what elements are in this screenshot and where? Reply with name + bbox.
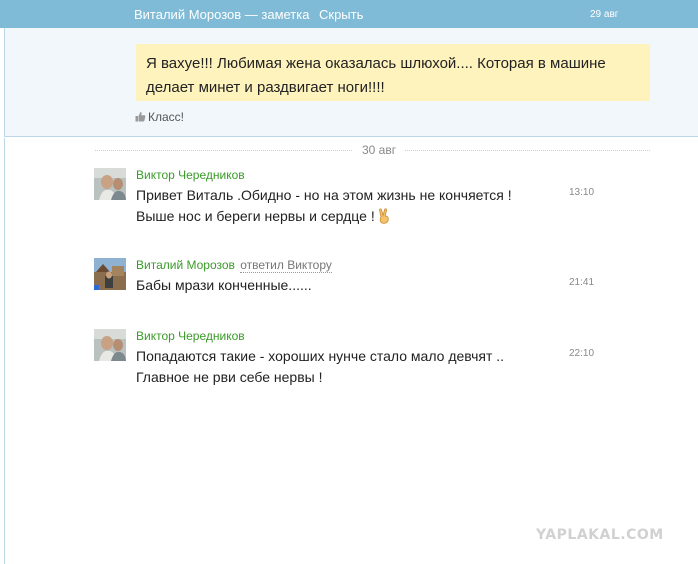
avatar[interactable] xyxy=(94,168,126,200)
message-line: Бабы мрази конченные...... xyxy=(136,277,312,293)
message-time: 13:10 xyxy=(569,187,595,198)
conversation: 30 авг Виктор Чередников Привет Виталь .… xyxy=(4,138,698,564)
message-line-with-emoji: Выше нос и береги нервы и сердце ! xyxy=(136,206,512,227)
message-text: Бабы мрази конченные...... xyxy=(136,275,312,296)
like-label: Класс! xyxy=(148,110,184,124)
message-author[interactable]: Виталий Морозов xyxy=(136,258,235,272)
date-separator: 30 авг xyxy=(95,143,650,157)
message-line: Выше нос и береги нервы и сердце ! xyxy=(136,208,375,224)
message-line: Попадаются такие - хороших нунче стало м… xyxy=(136,348,505,364)
note-text: Я вахуе!!! Любимая жена оказалась шлюхой… xyxy=(136,44,650,101)
message-text: Привет Виталь .Обидно - но на этом жизнь… xyxy=(136,185,512,227)
message-author[interactable]: Виктор Чередников xyxy=(136,329,245,343)
message-text: Попадаются такие - хороших нунче стало м… xyxy=(136,346,504,388)
hide-button[interactable]: Скрыть xyxy=(319,7,363,22)
discussion-header: Виталий Морозов — заметка Скрыть 29 авг xyxy=(0,0,698,28)
watermark-text: YAPLAKAL.COM xyxy=(536,527,664,543)
reply-link[interactable]: ответил Виктору xyxy=(240,258,332,273)
messages-window: Виталий Морозов — заметка Скрыть 29 авг … xyxy=(0,0,698,564)
online-indicator xyxy=(94,285,99,290)
discussion-title[interactable]: Виталий Морозов — заметка xyxy=(134,7,309,22)
user-photo-icon xyxy=(94,168,126,200)
avatar[interactable] xyxy=(94,329,126,361)
thumbs-up-icon xyxy=(135,112,146,122)
message-time: 21:41 xyxy=(569,277,595,288)
message-line: Главное не рви себе нервы ! xyxy=(136,369,323,385)
note-line: делает минет и раздвигает ноги!!!! xyxy=(146,79,385,96)
discussion-date: 29 авг xyxy=(590,9,619,20)
like-button[interactable]: Класс! xyxy=(135,110,184,124)
user-photo-icon xyxy=(94,329,126,361)
message-author-line: Виталий Морозов ответил Виктору xyxy=(136,258,332,273)
message-author[interactable]: Виктор Чередников xyxy=(136,168,245,182)
note-panel: Я вахуе!!! Любимая жена оказалась шлюхой… xyxy=(4,28,698,137)
victory-hand-icon xyxy=(378,208,389,224)
message-time: 22:10 xyxy=(569,348,595,359)
note-line: Я вахуе!!! Любимая жена оказалась шлюхой… xyxy=(146,55,606,72)
message-line: Привет Виталь .Обидно - но на этом жизнь… xyxy=(136,187,512,203)
date-separator-label: 30 авг xyxy=(353,143,406,157)
